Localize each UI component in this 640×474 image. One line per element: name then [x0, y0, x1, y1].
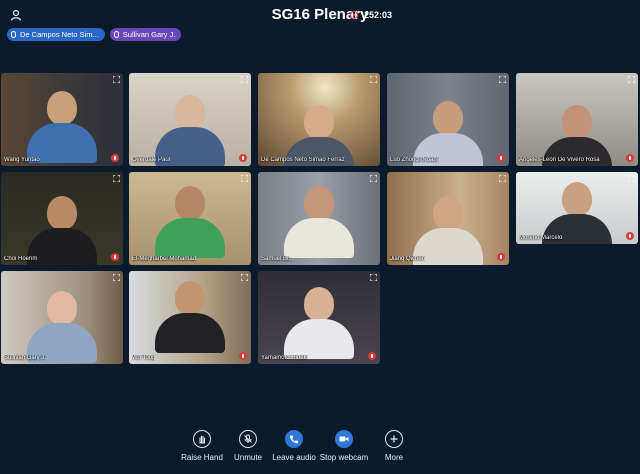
phone-icon [285, 430, 303, 448]
participant-name: Samuel Bi... [261, 256, 294, 262]
top-bar: SG16 Plenary 252:03 De Campos Neto Sim..… [0, 0, 640, 46]
video-tile[interactable]: Wang Yuntao [1, 73, 123, 166]
participant-name: Wu Tong [132, 355, 156, 361]
presenter-chips: De Campos Neto Sim... Sullivan Gary J. [7, 28, 182, 41]
recording-indicator[interactable]: 252:03 [350, 10, 392, 20]
user-list-icon[interactable] [10, 9, 22, 21]
video-tile[interactable]: Luo Zhong (Noah) [387, 73, 509, 166]
muted-microphone-icon [111, 253, 119, 261]
meeting-title: SG16 Plenary [271, 6, 369, 23]
participant-name: Moreno Marcelo [519, 235, 563, 241]
recording-timer: 252:03 [364, 10, 393, 20]
participant-video [279, 186, 359, 265]
participant-name: Overdale Paul [132, 157, 171, 163]
hand-icon [193, 430, 211, 448]
microphone-icon [113, 31, 119, 38]
muted-microphone-icon [497, 253, 505, 261]
participant-video [150, 95, 230, 166]
video-tile[interactable]: Samuel Bi... [258, 172, 380, 265]
fullscreen-icon[interactable] [628, 76, 635, 83]
fullscreen-icon[interactable] [499, 175, 506, 182]
fullscreen-icon[interactable] [370, 274, 377, 281]
video-tile[interactable]: Angeles-Leon De Vivero Rosa [516, 73, 638, 166]
video-tile[interactable]: Sullivan Gary J. [1, 271, 123, 364]
muted-microphone-icon [239, 352, 247, 360]
muted-microphone-icon [239, 154, 247, 162]
microphone-icon [11, 31, 16, 38]
participant-video [279, 287, 359, 364]
presenter-chip[interactable]: Sullivan Gary J. [109, 28, 182, 41]
participant-name: Jiang Qichen [390, 256, 426, 262]
participant-video [150, 186, 230, 265]
muted-microphone-icon [626, 154, 634, 162]
participant-name: Luo Zhong (Noah) [390, 157, 439, 163]
video-tile[interactable]: Overdale Paul [129, 73, 251, 166]
participant-video [22, 196, 102, 265]
participant-name: Yamamoto Hideki [261, 355, 308, 361]
muted-microphone-icon [239, 430, 257, 448]
participant-name: De Campos Neto Simao Ferraz [261, 157, 345, 163]
participant-name: Angeles-Leon De Vivero Rosa [519, 157, 600, 163]
participant-name: Choi Hoerim [4, 256, 38, 262]
video-tile[interactable]: Moreno Marcelo [516, 172, 638, 244]
muted-microphone-icon [111, 154, 119, 162]
participant-name: El-Megharbel Mohamad [132, 256, 197, 262]
fullscreen-icon[interactable] [370, 76, 377, 83]
muted-microphone-icon [497, 154, 505, 162]
participant-video [22, 291, 102, 364]
fullscreen-icon[interactable] [241, 274, 248, 281]
webcam-icon [335, 430, 353, 448]
more-label: More [384, 453, 404, 462]
fullscreen-icon[interactable] [241, 76, 248, 83]
video-tile[interactable]: De Campos Neto Simao Ferraz [258, 73, 380, 166]
fullscreen-icon[interactable] [113, 274, 120, 281]
presenter-name: Sullivan Gary J. [122, 30, 176, 39]
video-tile[interactable]: Choi Hoerim [1, 172, 123, 265]
participant-name: Wang Yuntao [4, 157, 40, 163]
participant-name: Sullivan Gary J. [4, 355, 47, 361]
fullscreen-icon[interactable] [113, 175, 120, 182]
video-tile[interactable]: El-Megharbel Mohamad [129, 172, 251, 265]
participant-video [22, 91, 102, 166]
fullscreen-icon[interactable] [628, 175, 635, 182]
plus-icon [385, 430, 403, 448]
participant-video [150, 281, 230, 364]
video-tile[interactable]: Wu Tong [129, 271, 251, 364]
video-tile[interactable]: Yamamoto Hideki [258, 271, 380, 364]
fullscreen-icon[interactable] [499, 76, 506, 83]
presenter-chip[interactable]: De Campos Neto Sim... [7, 28, 105, 41]
muted-microphone-icon [626, 232, 634, 240]
presenter-name: De Campos Neto Sim... [20, 30, 99, 39]
participant-video [408, 196, 488, 265]
fullscreen-icon[interactable] [113, 76, 120, 83]
video-tile[interactable]: Jiang Qichen [387, 172, 509, 265]
fullscreen-icon[interactable] [241, 175, 248, 182]
record-icon [350, 11, 358, 19]
more-button[interactable]: More [364, 430, 424, 462]
muted-microphone-icon [368, 352, 376, 360]
fullscreen-icon[interactable] [370, 175, 377, 182]
